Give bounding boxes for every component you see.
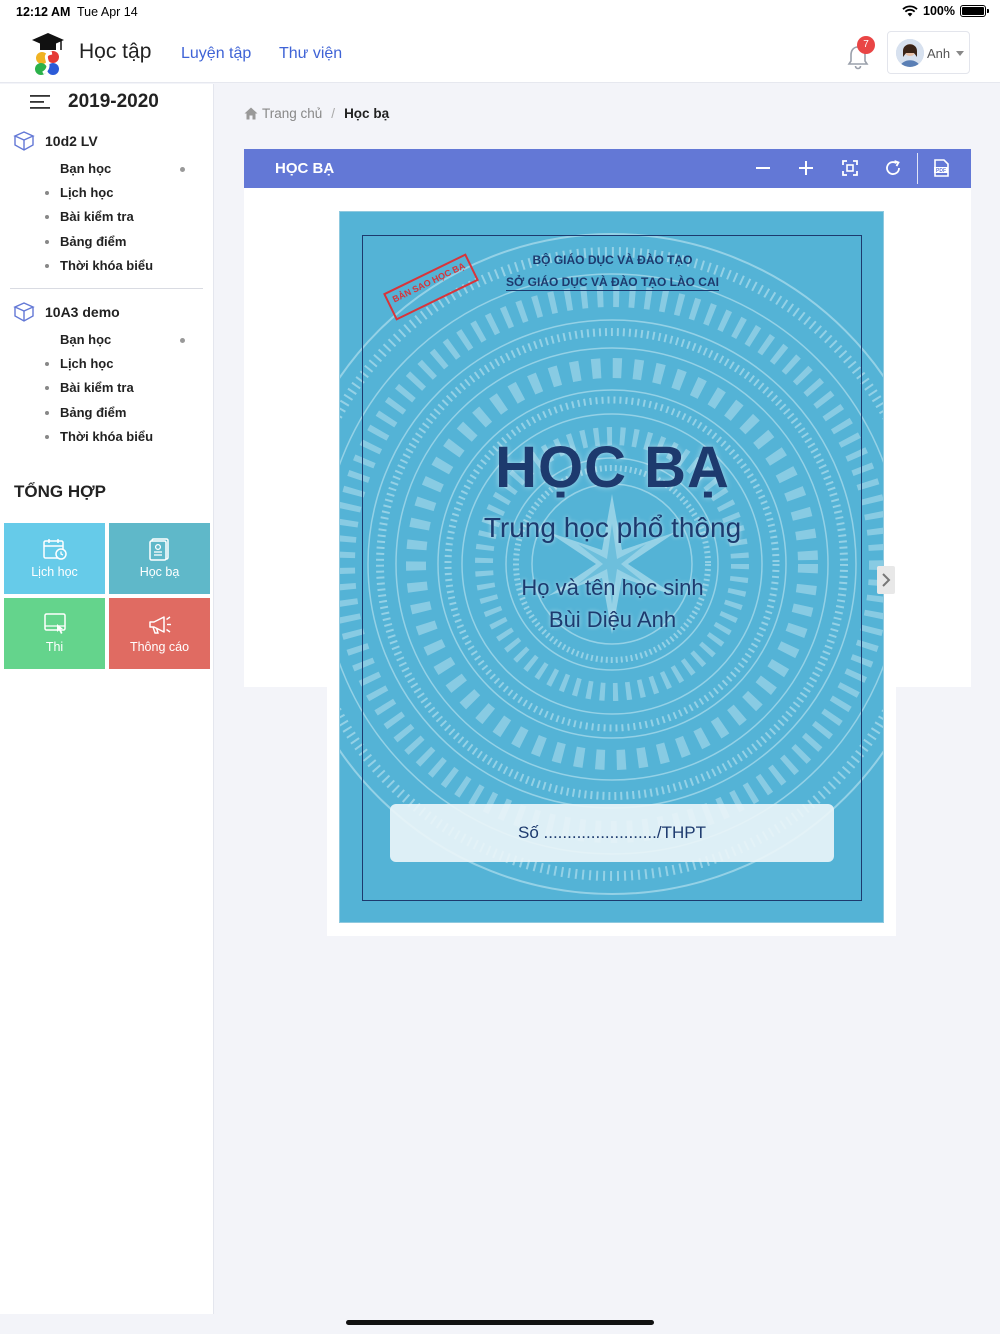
tile-hoc-ba[interactable]: Học bạ (109, 523, 210, 594)
school-year[interactable]: 2019-2020 (68, 91, 159, 113)
class-box-icon (13, 302, 35, 322)
tile-label: Thông cáo (129, 640, 190, 654)
sidebar-item-label: Thời khóa biểu (60, 258, 154, 273)
nav-luyen-tap[interactable]: Luyện tập (181, 45, 251, 63)
pdf-icon[interactable]: PDF (931, 158, 951, 178)
svg-text:PDF: PDF (936, 168, 946, 174)
sidebar-item-label: Bảng điểm (60, 234, 127, 249)
status-bar: 12:12 AM Tue Apr 14 100% (0, 0, 1000, 24)
class-10d2-lv[interactable]: 10d2 LV (12, 130, 98, 152)
viewer-toolbar: HỌC BẠ PDF (244, 149, 971, 188)
wifi-icon (902, 5, 918, 17)
sidebar-item-label: Lịch học (60, 185, 114, 200)
sidebar-item-ban-hoc[interactable]: Bạn học (60, 332, 111, 347)
sidebar-item-label: Bạn học (60, 161, 112, 176)
battery-icon (960, 5, 989, 17)
zoom-out-icon[interactable] (753, 158, 773, 178)
cover-subtitle: Trung học phổ thông (483, 512, 742, 543)
sidebar-item-label: Bạn học (60, 332, 112, 347)
sidebar-item-thoi-khoa-bieu[interactable]: Thời khóa biểu (45, 429, 154, 444)
sidebar-item-bai-kiem-tra[interactable]: Bài kiểm tra (45, 209, 134, 224)
sidebar-item-label: Thời khóa biểu (60, 429, 154, 444)
panel-title: HỌC BẠ (275, 160, 335, 177)
home-indicator[interactable] (346, 1320, 654, 1325)
toolbar-divider (917, 153, 918, 184)
tile-label: Thi (45, 640, 64, 654)
breadcrumb: Trang chủ / Học bạ (244, 106, 389, 121)
tile-label: Lịch học (31, 565, 78, 579)
fit-screen-icon[interactable] (840, 158, 860, 178)
chevron-down-icon (956, 51, 964, 56)
sidebar-item-lich-hoc[interactable]: Lịch học (45, 356, 114, 371)
nav-thu-vien[interactable]: Thư viện (279, 45, 342, 63)
breadcrumb-current: Học bạ (344, 106, 390, 121)
sidebar-item-bai-kiem-tra[interactable]: Bài kiểm tra (45, 380, 134, 395)
user-menu[interactable]: Anh (887, 31, 970, 74)
report-book-icon (149, 538, 169, 561)
report-card-cover[interactable]: BỘ GIÁO DỤC VÀ ĐÀO TẠO SỞ GIÁO DỤC VÀ ĐÀ… (339, 211, 884, 923)
active-dot (180, 167, 185, 172)
tile-label: Học bạ (139, 565, 180, 579)
class-box-icon (13, 131, 35, 151)
class-10a3-demo[interactable]: 10A3 demo (12, 301, 120, 323)
calendar-clock-icon (43, 539, 67, 560)
rotate-icon[interactable] (883, 158, 903, 178)
cover-number-box: Số ......................../THPT (390, 804, 834, 862)
class-name: 10d2 LV (45, 133, 98, 149)
cover-ministry: BỘ GIÁO DỤC VÀ ĐÀO TẠO (532, 253, 693, 267)
breadcrumb-separator: / (331, 106, 336, 121)
exam-tablet-icon (44, 613, 66, 634)
sidebar-item-bang-diem[interactable]: Bảng điểm (45, 405, 127, 420)
megaphone-icon (149, 616, 171, 634)
status-right: 100% (902, 4, 989, 18)
avatar (896, 39, 924, 67)
summary-title: TỔNG HỢP (14, 482, 106, 501)
tile-thi[interactable]: Thi (4, 598, 105, 669)
sidebar-item-label: Bài kiểm tra (60, 209, 134, 224)
sidebar-item-lich-hoc[interactable]: Lịch học (45, 185, 114, 200)
tile-thong-cao[interactable]: Thông cáo (109, 598, 210, 669)
top-header: Học tập Luyện tập Thư viện 7 Anh (0, 24, 1000, 83)
class-name: 10A3 demo (45, 304, 120, 320)
menu-toggle-icon[interactable] (30, 95, 50, 109)
sidebar-item-label: Lịch học (60, 356, 114, 371)
sidebar-item-bang-diem[interactable]: Bảng điểm (45, 234, 127, 249)
notification-badge: 7 (857, 36, 875, 54)
active-dot (180, 338, 185, 343)
sidebar-item-label: Bài kiểm tra (60, 380, 134, 395)
sidebar-item-label: Bảng điểm (60, 405, 127, 420)
sidebar: 2019-2020 10d2 LV Bạn học Lịch học Bài k… (0, 84, 214, 1314)
zoom-in-icon[interactable] (796, 158, 816, 178)
sidebar-item-thoi-khoa-bieu[interactable]: Thời khóa biểu (45, 258, 154, 273)
sidebar-item-ban-hoc[interactable]: Bạn học (60, 161, 111, 176)
user-name: Anh (927, 46, 951, 61)
cover-student-name: Bùi Diệu Anh (548, 607, 677, 632)
chevron-right-icon (882, 573, 891, 587)
app-title: Học tập (79, 40, 152, 63)
cover-title: HỌC BẠ (495, 435, 730, 500)
app-logo-icon[interactable] (30, 31, 66, 77)
next-page-button[interactable] (877, 566, 895, 594)
cover-name-label: Họ và tên học sinh (521, 575, 704, 600)
divider (10, 288, 203, 289)
battery-percent: 100% (923, 4, 955, 18)
cover-frame (362, 235, 862, 901)
status-time: 12:12 AM (16, 5, 71, 19)
tile-lich-hoc[interactable]: Lịch học (4, 523, 105, 594)
status-date: Tue Apr 14 (77, 5, 138, 19)
home-icon (244, 107, 258, 120)
breadcrumb-home[interactable]: Trang chủ (262, 106, 322, 121)
